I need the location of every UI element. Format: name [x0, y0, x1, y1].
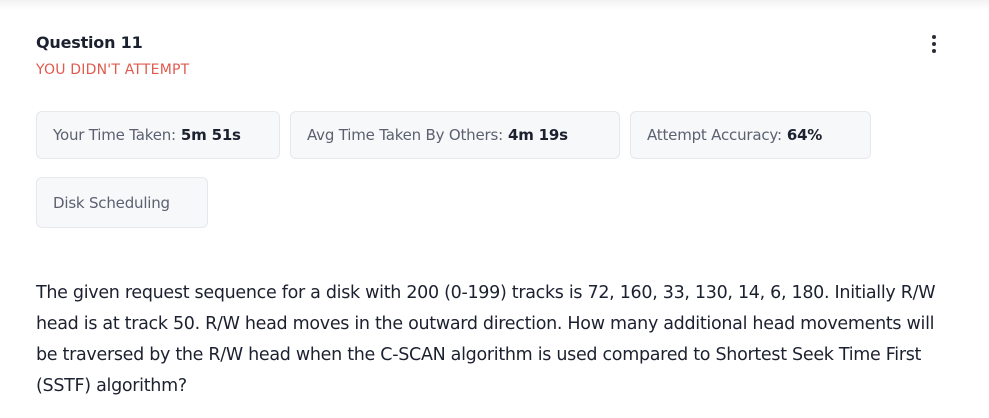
attempt-status: YOU DIDN'T ATTEMPT: [36, 62, 190, 78]
question-number: Question 11: [36, 33, 143, 52]
accuracy-chip: Attempt Accuracy: 64%: [630, 111, 871, 159]
avg-time-chip: Avg Time Taken By Others: 4m 19s: [290, 111, 620, 159]
more-options-icon[interactable]: [924, 32, 944, 56]
topic-label: Disk Scheduling: [53, 193, 170, 212]
topic-tag[interactable]: Disk Scheduling: [36, 177, 208, 228]
accuracy-label: Attempt Accuracy:: [647, 126, 782, 144]
top-shadow: [0, 0, 989, 10]
menu-dot: [932, 42, 936, 46]
avg-time-label: Avg Time Taken By Others:: [307, 126, 503, 144]
question-card: Question 11 YOU DIDN'T ATTEMPT Your Time…: [0, 0, 989, 418]
menu-dot: [932, 49, 936, 53]
menu-dot: [932, 35, 936, 39]
time-taken-chip: Your Time Taken: 5m 51s: [36, 111, 280, 159]
time-taken-label: Your Time Taken:: [53, 126, 176, 144]
avg-time-value: 4m 19s: [507, 126, 568, 144]
time-taken-value: 5m 51s: [180, 126, 241, 144]
question-text: The given request sequence for a disk wi…: [36, 283, 936, 396]
accuracy-value: 64%: [786, 126, 823, 144]
